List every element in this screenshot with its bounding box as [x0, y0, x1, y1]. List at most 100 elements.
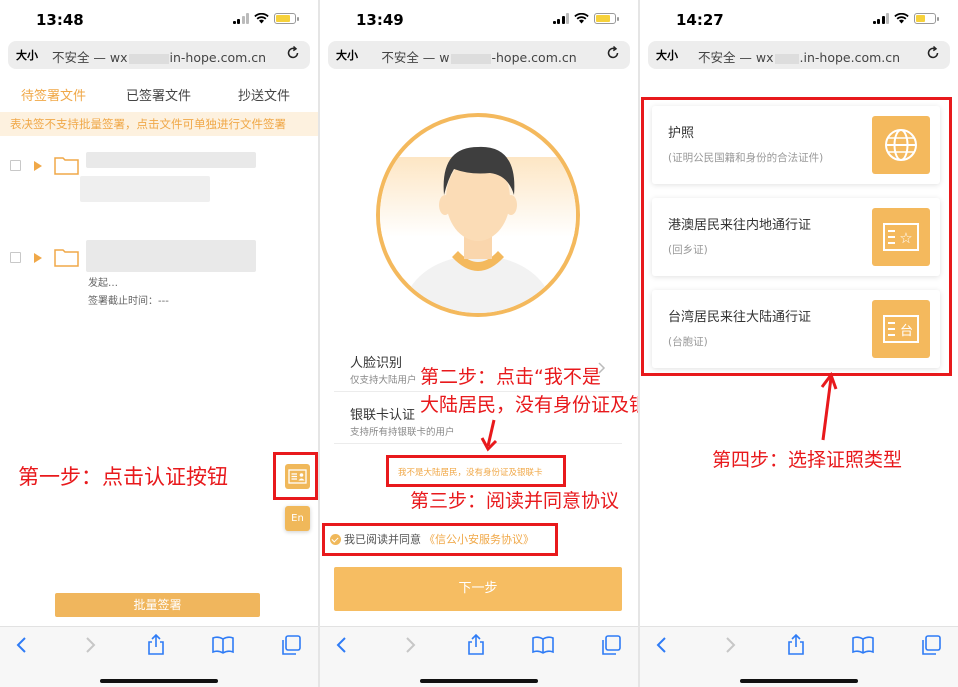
- address-bar[interactable]: 大小 不安全 — w -hope.com.cn: [328, 41, 630, 69]
- row-checkbox[interactable]: [10, 252, 21, 263]
- language-en-button[interactable]: En: [285, 506, 310, 531]
- back-icon[interactable]: [650, 633, 674, 657]
- url-text[interactable]: 不安全 — wx in-hope.com.cn: [8, 47, 310, 66]
- bookmarks-icon[interactable]: [211, 633, 235, 657]
- battery-charging-icon: [274, 13, 299, 24]
- status-bar: 14:27: [640, 0, 958, 40]
- screen-1: 13:48 大小 不安全 — wx in-hope.com.cn 待签署文件 已签…: [0, 0, 318, 687]
- annotation-step1: 第一步：点击认证按钮: [18, 465, 228, 489]
- person-illustration: [380, 146, 576, 313]
- home-indicator: [100, 679, 218, 683]
- card-subtitle: (台胞证): [668, 336, 708, 348]
- agree-checkbox[interactable]: [330, 533, 341, 545]
- expand-arrow-icon[interactable]: [34, 161, 42, 171]
- forward-icon[interactable]: [78, 633, 102, 657]
- address-bar[interactable]: 大小 不安全 — wx .in-hope.com.cn: [648, 41, 950, 69]
- globe-icon: [872, 116, 930, 174]
- notice-banner: 表决签不支持批量签署，点击文件可单独进行文件签署: [0, 112, 318, 136]
- tw-permit-icon: 台: [872, 300, 930, 358]
- battery-icon: [914, 13, 939, 24]
- safari-toolbar: [320, 626, 638, 687]
- back-icon[interactable]: [10, 633, 34, 657]
- signal-icon: [552, 13, 569, 24]
- status-time: 13:49: [356, 11, 404, 29]
- back-icon[interactable]: [330, 633, 354, 657]
- wifi-icon: [574, 13, 589, 24]
- service-agreement-link[interactable]: 《信公小安服务协议》: [424, 531, 534, 547]
- tabs-icon[interactable]: [599, 633, 623, 657]
- reload-icon[interactable]: [925, 45, 941, 61]
- status-icons: [232, 13, 299, 24]
- not-mainland-resident-link[interactable]: 我不是大陆居民，没有身份证及银联卡: [398, 466, 543, 478]
- hk-glyph: ☆: [899, 229, 912, 247]
- hk-permit-icon: ☆: [872, 208, 930, 266]
- option-subtitle: 仅支持大陆用户: [350, 375, 417, 386]
- document-row[interactable]: [10, 142, 310, 212]
- row-checkbox[interactable]: [10, 160, 21, 171]
- id-card-icon: [288, 469, 307, 484]
- row-initiator-text: 发起…: [88, 278, 118, 289]
- agreement-row[interactable]: 我已阅读并同意 《信公小安服务协议》: [330, 531, 534, 547]
- bookmarks-icon[interactable]: [531, 633, 555, 657]
- card-title: 港澳居民来往内地通行证: [668, 218, 812, 233]
- hk-macau-permit-card[interactable]: 港澳居民来往内地通行证 (回乡证) ☆: [652, 198, 940, 276]
- option-subtitle: 支持所有持银联卡的用户: [350, 427, 455, 438]
- signal-icon: [232, 13, 249, 24]
- status-bar: 13:48: [0, 0, 318, 40]
- tab-signed[interactable]: 已签署文件: [126, 85, 191, 104]
- annotation-step2-line1: 第二步：点击“我不是: [420, 366, 601, 388]
- reload-icon[interactable]: [605, 45, 621, 61]
- status-time: 13:48: [36, 11, 84, 29]
- annotation-step4: 第四步：选择证照类型: [712, 449, 903, 471]
- wifi-icon: [254, 13, 269, 24]
- screen-2: 13:49 大小 不安全 — w -hope.com.cn 人脸识别 仅支持大陆用…: [320, 0, 638, 687]
- annotation-step2-line2: 大陆居民，没有身份证及银联卡”: [420, 394, 638, 416]
- face-avatar: [376, 113, 580, 317]
- status-icons: [552, 13, 619, 24]
- address-bar[interactable]: 大小 不安全 — wx in-hope.com.cn: [8, 41, 310, 69]
- share-icon[interactable]: [784, 633, 808, 657]
- card-title: 护照: [668, 126, 695, 141]
- option-title: 人脸识别: [350, 356, 403, 371]
- wifi-icon: [894, 13, 909, 24]
- passport-card[interactable]: 护照 (证明公民国籍和身份的合法证件): [652, 106, 940, 184]
- bookmarks-icon[interactable]: [851, 633, 875, 657]
- status-time: 14:27: [676, 11, 724, 29]
- share-icon[interactable]: [144, 633, 168, 657]
- tabs-icon[interactable]: [919, 633, 943, 657]
- taiwan-permit-card[interactable]: 台湾居民来往大陆通行证 (台胞证) 台: [652, 290, 940, 368]
- document-tabs: 待签署文件 已签署文件 抄送文件: [0, 76, 318, 110]
- tabs-icon[interactable]: [279, 633, 303, 657]
- safari-toolbar: [0, 626, 318, 687]
- url-text[interactable]: 不安全 — w -hope.com.cn: [328, 47, 630, 66]
- folder-icon: [54, 249, 79, 267]
- tab-cc[interactable]: 抄送文件: [238, 85, 290, 104]
- status-icons: [872, 13, 939, 24]
- card-title: 台湾居民来往大陆通行证: [668, 310, 812, 325]
- reload-icon[interactable]: [285, 45, 301, 61]
- tab-pending[interactable]: 待签署文件: [21, 85, 86, 104]
- agree-text: 我已阅读并同意: [344, 533, 421, 546]
- verify-button[interactable]: [285, 464, 310, 489]
- tw-glyph: 台: [900, 324, 913, 339]
- home-indicator: [740, 679, 858, 683]
- expand-arrow-icon[interactable]: [34, 253, 42, 263]
- home-indicator: [420, 679, 538, 683]
- next-step-button[interactable]: 下一步: [334, 567, 622, 611]
- card-subtitle: (证明公民国籍和身份的合法证件): [668, 152, 824, 164]
- batch-sign-button[interactable]: 批量签署: [55, 593, 260, 617]
- forward-icon[interactable]: [398, 633, 422, 657]
- url-text[interactable]: 不安全 — wx .in-hope.com.cn: [648, 47, 950, 66]
- blurred-title: [86, 240, 256, 272]
- share-icon[interactable]: [464, 633, 488, 657]
- safari-toolbar: [640, 626, 958, 687]
- battery-charging-icon: [594, 13, 619, 24]
- document-row[interactable]: 发起… 签署截止时间：---: [10, 232, 310, 307]
- forward-icon[interactable]: [718, 633, 742, 657]
- annotation-step3: 第三步：阅读并同意协议: [410, 490, 620, 512]
- blurred-title: [86, 152, 256, 168]
- option-title: 银联卡认证: [350, 408, 416, 423]
- blurred-details: [80, 176, 210, 202]
- row-deadline-text: 签署截止时间：---: [88, 296, 169, 307]
- card-subtitle: (回乡证): [668, 244, 708, 256]
